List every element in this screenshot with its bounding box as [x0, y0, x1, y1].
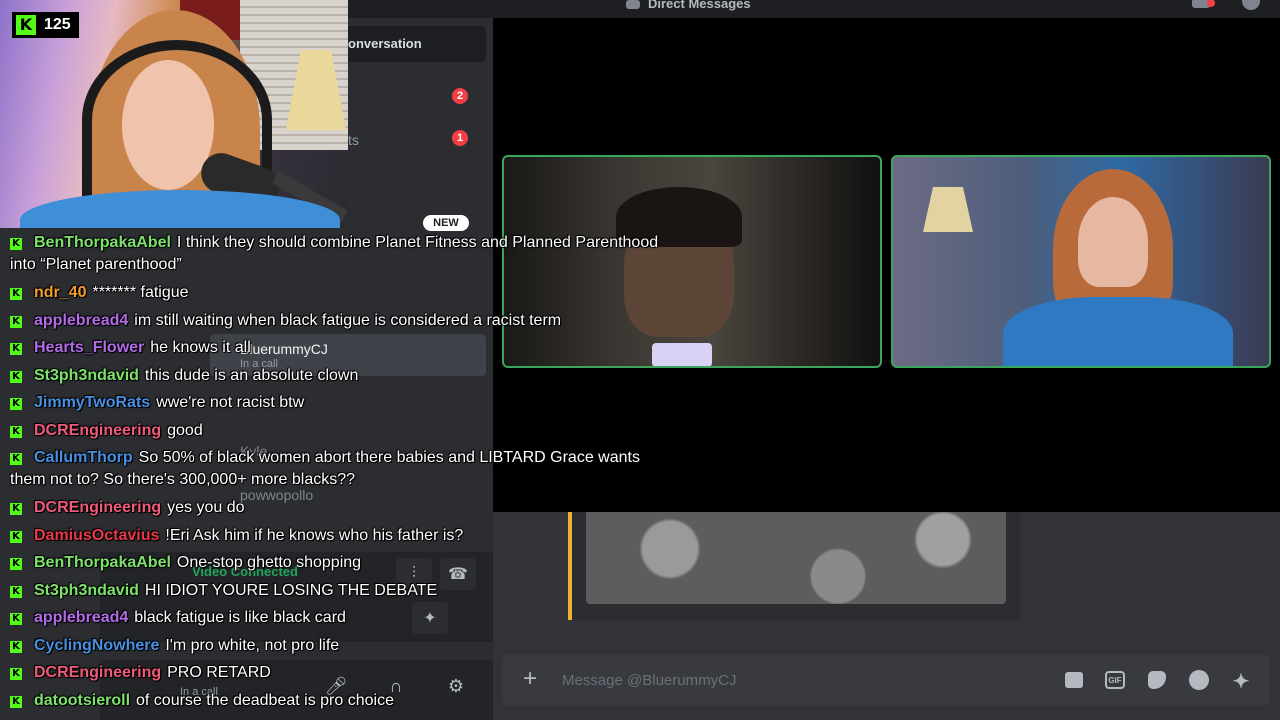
gif-icon[interactable]: GIF — [1105, 671, 1125, 689]
chat-username[interactable]: JimmyTwoRats — [34, 394, 150, 411]
notification-badge: 1 — [452, 130, 468, 146]
stream-chat-overlay: K BenThorpakaAbel I think they should comb… — [10, 232, 660, 717]
chat-message-text: black fatigue is like black card — [134, 609, 346, 626]
chat-message: K St3ph3ndavid HI IDIOT YOURE LOSING THE D… — [10, 580, 660, 602]
kick-badge-icon: K — [10, 585, 22, 598]
chat-message: Kdatootsieroll of course the deadbeat is … — [10, 690, 660, 712]
find-conversation-label: onversation — [348, 36, 422, 51]
help-icon[interactable] — [1242, 0, 1260, 10]
title-text: Direct Messages — [648, 0, 751, 11]
chat-message: K CallumThorp So 50% of black women abort … — [10, 447, 660, 491]
new-badge: NEW — [423, 215, 469, 231]
chat-message-text: HI IDIOT YOURE LOSING THE DEBATE — [144, 581, 438, 599]
direct-messages-icon — [626, 0, 640, 10]
kick-badge-icon: K — [10, 288, 22, 300]
chat-username[interactable]: St3ph3ndavid — [34, 582, 139, 599]
kick-badge-icon: K — [10, 668, 22, 680]
kick-badge-icon: K — [10, 453, 22, 465]
chat-message-text: wwe're not racist btw — [156, 394, 305, 411]
chat-message-text: of course the deadbeat is pro choice — [136, 691, 394, 709]
chat-message-text: ******* fatigue — [92, 284, 189, 301]
chat-message-text: he knows it all — [150, 339, 251, 356]
emoji-icon[interactable] — [1189, 670, 1209, 690]
kick-badge-icon: K — [10, 558, 22, 570]
chat-message: K Hearts_Flower he knows it all — [10, 337, 660, 359]
chat-message: K St3ph3ndavid this dude is an absolute cl… — [10, 365, 660, 387]
chat-message: Kndr_40 ******* fatigue — [10, 282, 660, 304]
viewer-count-number: 125 — [44, 16, 71, 33]
screen: Direct Messages onversation 2 ts 1 NEW B… — [0, 0, 1280, 720]
kick-badge-icon: K — [10, 398, 22, 410]
chat-message-text: PRO RETARD — [167, 664, 271, 681]
title-bar-title: Direct Messages — [626, 0, 751, 11]
gif-label: GIF — [1108, 675, 1122, 685]
gift-icon[interactable] — [1065, 672, 1083, 688]
webcam-streamer-hoodie — [20, 190, 340, 228]
chat-message-text: One-stop ghetto shopping — [176, 554, 362, 571]
chat-username[interactable]: St3ph3ndavid — [34, 367, 139, 384]
viewer-count: K 125 — [12, 12, 79, 38]
chat-username[interactable]: Hearts_Flower — [34, 339, 144, 356]
chat-message: K DCREngineering good — [10, 420, 660, 442]
chat-message: K CyclingNowhere I'm pro white, not pro li… — [10, 635, 660, 657]
chat-username[interactable]: CyclingNowhere — [34, 637, 159, 654]
chat-username[interactable]: DCREngineering — [34, 499, 161, 516]
video-tile-streamer[interactable] — [891, 155, 1271, 368]
chat-message: Kapplebread4 im still waiting when black … — [10, 310, 660, 332]
chat-message: K BenThorpakaAbel One-stop ghetto shopping — [10, 552, 660, 574]
notification-badge: 2 — [452, 88, 468, 104]
apps-icon[interactable]: ✦ — [1229, 669, 1253, 693]
chat-username[interactable]: ndr_40 — [34, 284, 86, 301]
kick-badge-icon: K — [10, 530, 22, 543]
kick-badge-icon: K — [10, 370, 22, 383]
chat-message: K JimmyTwoRats wwe're not racist btw — [10, 392, 660, 414]
chat-message: K DCREngineering PRO RETARD — [10, 662, 660, 684]
chat-username[interactable]: DCREngineering — [34, 422, 161, 439]
chat-message-text: yes you do — [167, 499, 245, 516]
kick-badge-icon: K — [10, 425, 22, 438]
kick-badge-icon: K — [10, 238, 22, 250]
chat-message-text: this dude is an absolute clown — [144, 366, 359, 384]
kick-badge-icon: K — [10, 315, 22, 328]
kick-badge-icon: K — [10, 640, 22, 653]
chat-username[interactable]: applebread4 — [34, 609, 128, 626]
kick-badge-icon: K — [10, 613, 22, 625]
chat-username[interactable]: DamiusOctavius — [34, 527, 159, 544]
chat-message-text: im still waiting when black fatigue is c… — [134, 311, 562, 329]
inbox-icon[interactable] — [1192, 0, 1215, 8]
chat-username[interactable]: BenThorpakaAbel — [34, 554, 171, 571]
sticker-icon[interactable] — [1148, 671, 1166, 689]
chat-username[interactable]: applebread4 — [34, 312, 128, 329]
streamer-video-body — [1003, 297, 1233, 366]
chat-message: Kapplebread4 black fatigue is like black … — [10, 607, 660, 629]
chat-message-text: good — [167, 421, 203, 439]
kick-badge-icon: K — [10, 503, 22, 515]
sidebar-item-label: ts — [348, 132, 359, 148]
participant-video-light — [652, 343, 712, 366]
chat-username[interactable]: DCREngineering — [34, 664, 161, 681]
chat-username[interactable]: BenThorpakaAbel — [34, 234, 171, 251]
chat-message-text: !Eri Ask him if he knows who his father … — [165, 526, 464, 544]
kick-badge-icon: K — [10, 343, 22, 355]
streamer-video-lamp — [923, 187, 973, 232]
kick-badge-icon: K — [10, 695, 22, 708]
streamer-video-face — [1078, 197, 1148, 287]
chat-message-text: I'm pro white, not pro life — [165, 636, 340, 654]
chat-message: K DamiusOctavius !Eri Ask him if he knows … — [10, 525, 660, 547]
kick-logo-icon: K — [16, 15, 36, 35]
chat-username[interactable]: datootsieroll — [34, 692, 130, 709]
chat-message: K BenThorpakaAbel I think they should comb… — [10, 232, 660, 276]
chat-username[interactable]: CallumThorp — [34, 449, 133, 466]
chat-message: K DCREngineering yes you do — [10, 497, 660, 519]
